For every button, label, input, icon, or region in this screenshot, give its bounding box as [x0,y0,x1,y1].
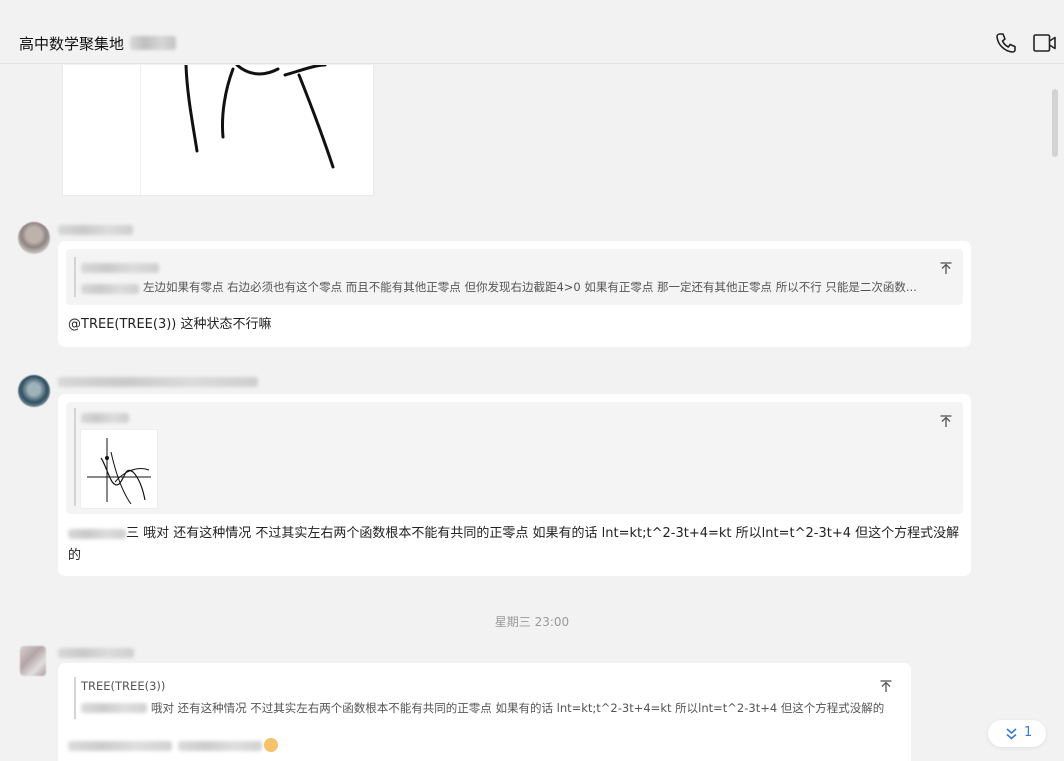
message-text-blurred [178,741,262,751]
sender-name-blurred [58,648,134,658]
mention-blurred [68,528,126,539]
quoted-sender-tag-blurred [81,284,139,294]
avatar[interactable] [20,646,46,676]
jump-to-quote-icon[interactable] [939,261,953,275]
quoted-image-thumbnail[interactable] [80,429,158,509]
quoted-text: 左边如果有零点 右边必须也有这个零点 而且不能有其他正零点 但你发现右边截距4>… [143,280,917,294]
quoted-text: 哦对 还有这种情况 不过其实左右两个函数根本不能有共同的正零点 如果有的话 ln… [151,701,885,715]
sender-name-blurred [58,225,133,235]
message-text-blurred [68,741,172,751]
mention-blurred [81,703,147,713]
ok-hand-emoji [264,738,278,752]
quoted-message[interactable]: TREE(TREE(3)) 哦对 还有这种情况 不过其实左右两个函数根本不能有共… [66,671,903,723]
video-icon[interactable] [1032,30,1058,56]
group-name: 高中数学聚集地 [19,35,125,53]
sender-name-blurred [58,377,258,387]
message-bubble[interactable]: 左边如果有零点 右边必须也有这个零点 而且不能有其他正零点 但你发现右边截距4>… [58,241,971,347]
quoted-sender: TREE(TREE(3)) [81,679,166,693]
avatar[interactable] [18,222,50,254]
quoted-message[interactable] [66,402,963,514]
chat-title: 高中数学聚集地 [19,33,177,54]
avatar[interactable] [18,375,50,407]
quoted-sender-blurred [81,413,129,423]
message-bubble[interactable]: TREE(TREE(3)) 哦对 还有这种情况 不过其实左右两个函数根本不能有共… [58,663,911,761]
chevrons-down-icon [1006,728,1017,740]
phone-icon[interactable] [993,30,1019,56]
chat-header: 高中数学聚集地 [0,0,1064,64]
scrollbar-thumb[interactable] [1052,89,1058,157]
message-text: 三 哦对 还有这种情况 不过其实左右两个函数根本不能有共同的正零点 如果有的话 … [68,526,960,563]
time-separator: 星期三 23:00 [494,615,570,629]
jump-to-quote-icon[interactable] [879,679,893,693]
message-list[interactable]: 左边如果有零点 右边必须也有这个零点 而且不能有其他正零点 但你发现右边截距4>… [0,65,1064,761]
message-bubble[interactable]: 三 哦对 还有这种情况 不过其实左右两个函数根本不能有共同的正零点 如果有的话 … [58,394,971,576]
new-message-count: 1 [1024,725,1033,740]
jump-to-quote-icon[interactable] [939,414,953,428]
image-message[interactable] [62,65,374,196]
jump-to-new-messages-button[interactable]: 1 [988,720,1046,747]
message-text: @TREE(TREE(3)) 这种状态不行嘛 [68,317,272,332]
quoted-message[interactable]: 左边如果有零点 右边必须也有这个零点 而且不能有其他正零点 但你发现右边截距4>… [66,249,963,305]
graph-sketch-image [87,438,151,505]
quoted-sender-blurred [81,263,159,273]
sketch-image [184,65,335,169]
member-count-blurred [130,36,177,50]
